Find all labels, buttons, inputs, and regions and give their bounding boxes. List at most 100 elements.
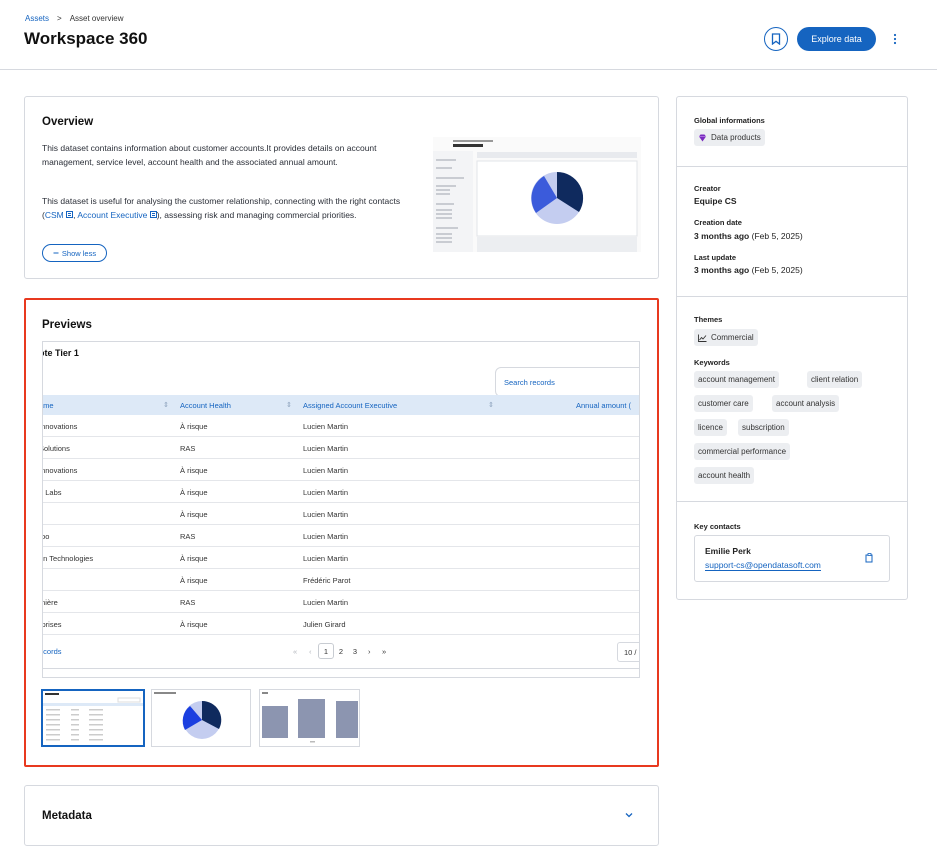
page-1-button[interactable]: 1 xyxy=(318,643,334,659)
breadcrumb-assets-link[interactable]: Assets xyxy=(25,14,49,23)
page-3-button[interactable]: 3 xyxy=(347,643,363,659)
keyword-chip[interactable]: commercial performance xyxy=(694,443,791,460)
more-options-button[interactable] xyxy=(890,31,900,47)
table-row[interactable]: too RAS Lucien Martin xyxy=(43,525,639,547)
sort-icon[interactable]: ⇕ xyxy=(286,401,292,409)
table-row[interactable]: À risque Lucien Martin xyxy=(43,503,639,525)
table-preview: ote Tier 1 Search records ame ⇕ Account … xyxy=(42,341,640,678)
table-cell: À risque xyxy=(180,620,208,629)
data-products-chip[interactable]: Data products xyxy=(694,129,765,146)
table-row[interactable]: on Technologies À risque Lucien Martin xyxy=(43,547,639,569)
table-cell: Lucien Martin xyxy=(303,488,349,497)
next-page-button[interactable]: › xyxy=(368,647,371,656)
metadata-card[interactable]: Metadata xyxy=(24,785,659,846)
table-cell: Lucien Martin xyxy=(303,510,349,519)
kebab-menu-icon xyxy=(893,33,897,45)
keyword-chip[interactable]: account analysis xyxy=(772,395,840,412)
data-products-label: Data products xyxy=(711,133,761,142)
bar-thumbnail-image xyxy=(262,692,358,743)
keywords-label: Keywords xyxy=(694,358,730,367)
update-relative: 3 months ago xyxy=(694,265,750,275)
table-row[interactable]: n Labs À risque Lucien Martin xyxy=(43,481,639,503)
breadcrumb: Assets > Asset overview xyxy=(25,14,123,23)
table-cell: Innovations xyxy=(42,466,78,475)
usage-comma: , xyxy=(73,210,76,220)
chart-line-icon xyxy=(698,334,707,342)
bookmark-icon xyxy=(771,33,781,45)
creation-date-value: 3 months ago (Feb 5, 2025) xyxy=(694,231,803,241)
contact-email-link[interactable]: support-cs@opendatasoft.com xyxy=(705,560,821,571)
preview-thumbnail-pie[interactable] xyxy=(151,689,251,747)
overview-usage: This dataset is useful for analysing the… xyxy=(42,194,422,222)
key-contacts-label: Key contacts xyxy=(694,522,741,531)
global-info-section: Global informations Data products xyxy=(677,97,907,167)
table-cell: À risque xyxy=(180,510,208,519)
book-icon xyxy=(149,211,157,218)
table-cell: Lucien Martin xyxy=(303,466,349,475)
keyword-chip[interactable]: account management xyxy=(694,371,779,388)
explore-data-button[interactable]: Explore data xyxy=(797,27,876,51)
copy-icon[interactable] xyxy=(865,553,874,563)
keyword-chip[interactable]: account health xyxy=(694,467,755,484)
previews-card: Previews ote Tier 1 Search records ame ⇕… xyxy=(24,298,659,767)
column-header[interactable]: Annual amount ( xyxy=(576,401,631,410)
column-header[interactable]: ame xyxy=(43,401,54,410)
table-row[interactable]: rprises À risque Julien Girard xyxy=(43,613,639,635)
theme-chip-commercial[interactable]: Commercial xyxy=(694,329,758,346)
themes-label: Themes xyxy=(694,315,723,324)
csm-link[interactable]: CSM xyxy=(44,210,74,220)
prev-page-button[interactable]: ‹ xyxy=(309,647,312,656)
table-thumbnail-image xyxy=(43,693,143,741)
table-cell: RAS xyxy=(180,598,196,607)
records-count: ecords xyxy=(43,647,62,656)
account-executive-link[interactable]: Account Executive xyxy=(77,210,157,220)
keyword-chip[interactable]: subscription xyxy=(738,419,789,436)
table-cell: Lucien Martin xyxy=(303,598,349,607)
column-header[interactable]: Assigned Account Executive xyxy=(303,401,397,410)
contact-name: Emilie Perk xyxy=(705,546,751,556)
last-page-button[interactable]: » xyxy=(382,647,386,656)
bookmark-button[interactable] xyxy=(764,27,788,51)
table-row[interactable]: À risque Frédéric Parot xyxy=(43,569,639,591)
preview-thumbnail-bar[interactable] xyxy=(259,689,360,747)
show-less-button[interactable]: Show less xyxy=(42,244,107,262)
table-cell: mière xyxy=(43,598,58,607)
table-bottom-border xyxy=(43,668,639,669)
preview-thumbnail-table[interactable] xyxy=(41,689,145,747)
table-cell: À risque xyxy=(180,466,208,475)
minus-icon xyxy=(53,252,59,254)
table-cell: Innovations xyxy=(42,422,78,431)
table-row[interactable]: mière RAS Lucien Martin xyxy=(43,591,639,613)
breadcrumb-separator: > xyxy=(57,14,62,23)
pie-thumbnail-image xyxy=(154,692,222,739)
usage-text-after: ), assessing risk and managing commercia… xyxy=(156,210,357,220)
first-page-button[interactable]: « xyxy=(293,647,297,656)
overview-title: Overview xyxy=(42,116,94,128)
overview-description: This dataset contains information about … xyxy=(42,143,377,167)
table-cell: Solutions xyxy=(42,444,70,453)
creation-date-label: Creation date xyxy=(694,218,742,227)
table-row[interactable]: Solutions RAS Lucien Martin xyxy=(42,437,639,459)
table-row[interactable]: Innovations À risque Lucien Martin xyxy=(42,459,639,481)
creator-label: Creator xyxy=(694,184,721,193)
keyword-chip[interactable]: customer care xyxy=(694,395,753,412)
keyword-chip[interactable]: client relation xyxy=(807,371,863,388)
table-cell: À risque xyxy=(180,488,208,497)
table-cell: Lucien Martin xyxy=(303,422,349,431)
chevron-down-icon[interactable] xyxy=(624,810,634,820)
sort-icon[interactable]: ⇕ xyxy=(163,401,169,409)
metadata-title: Metadata xyxy=(42,810,92,822)
creation-section: Creator Equipe CS Creation date 3 months… xyxy=(677,167,907,297)
csm-link-label: CSM xyxy=(44,210,64,220)
table-row[interactable]: Innovations À risque Lucien Martin xyxy=(42,415,639,437)
table-cell: Lucien Martin xyxy=(303,444,349,453)
search-records-input[interactable]: Search records xyxy=(495,367,639,397)
creation-absolute: (Feb 5, 2025) xyxy=(751,231,803,241)
per-page-select[interactable]: 10 / xyxy=(617,642,639,662)
keyword-chip[interactable]: licence xyxy=(694,419,727,436)
table-cell: À risque xyxy=(180,554,208,563)
column-header[interactable]: Account Health xyxy=(180,401,231,410)
creation-relative: 3 months ago xyxy=(694,231,750,241)
sort-icon[interactable]: ⇕ xyxy=(488,401,494,409)
contact-card: Emilie Perk support-cs@opendatasoft.com xyxy=(694,535,890,582)
